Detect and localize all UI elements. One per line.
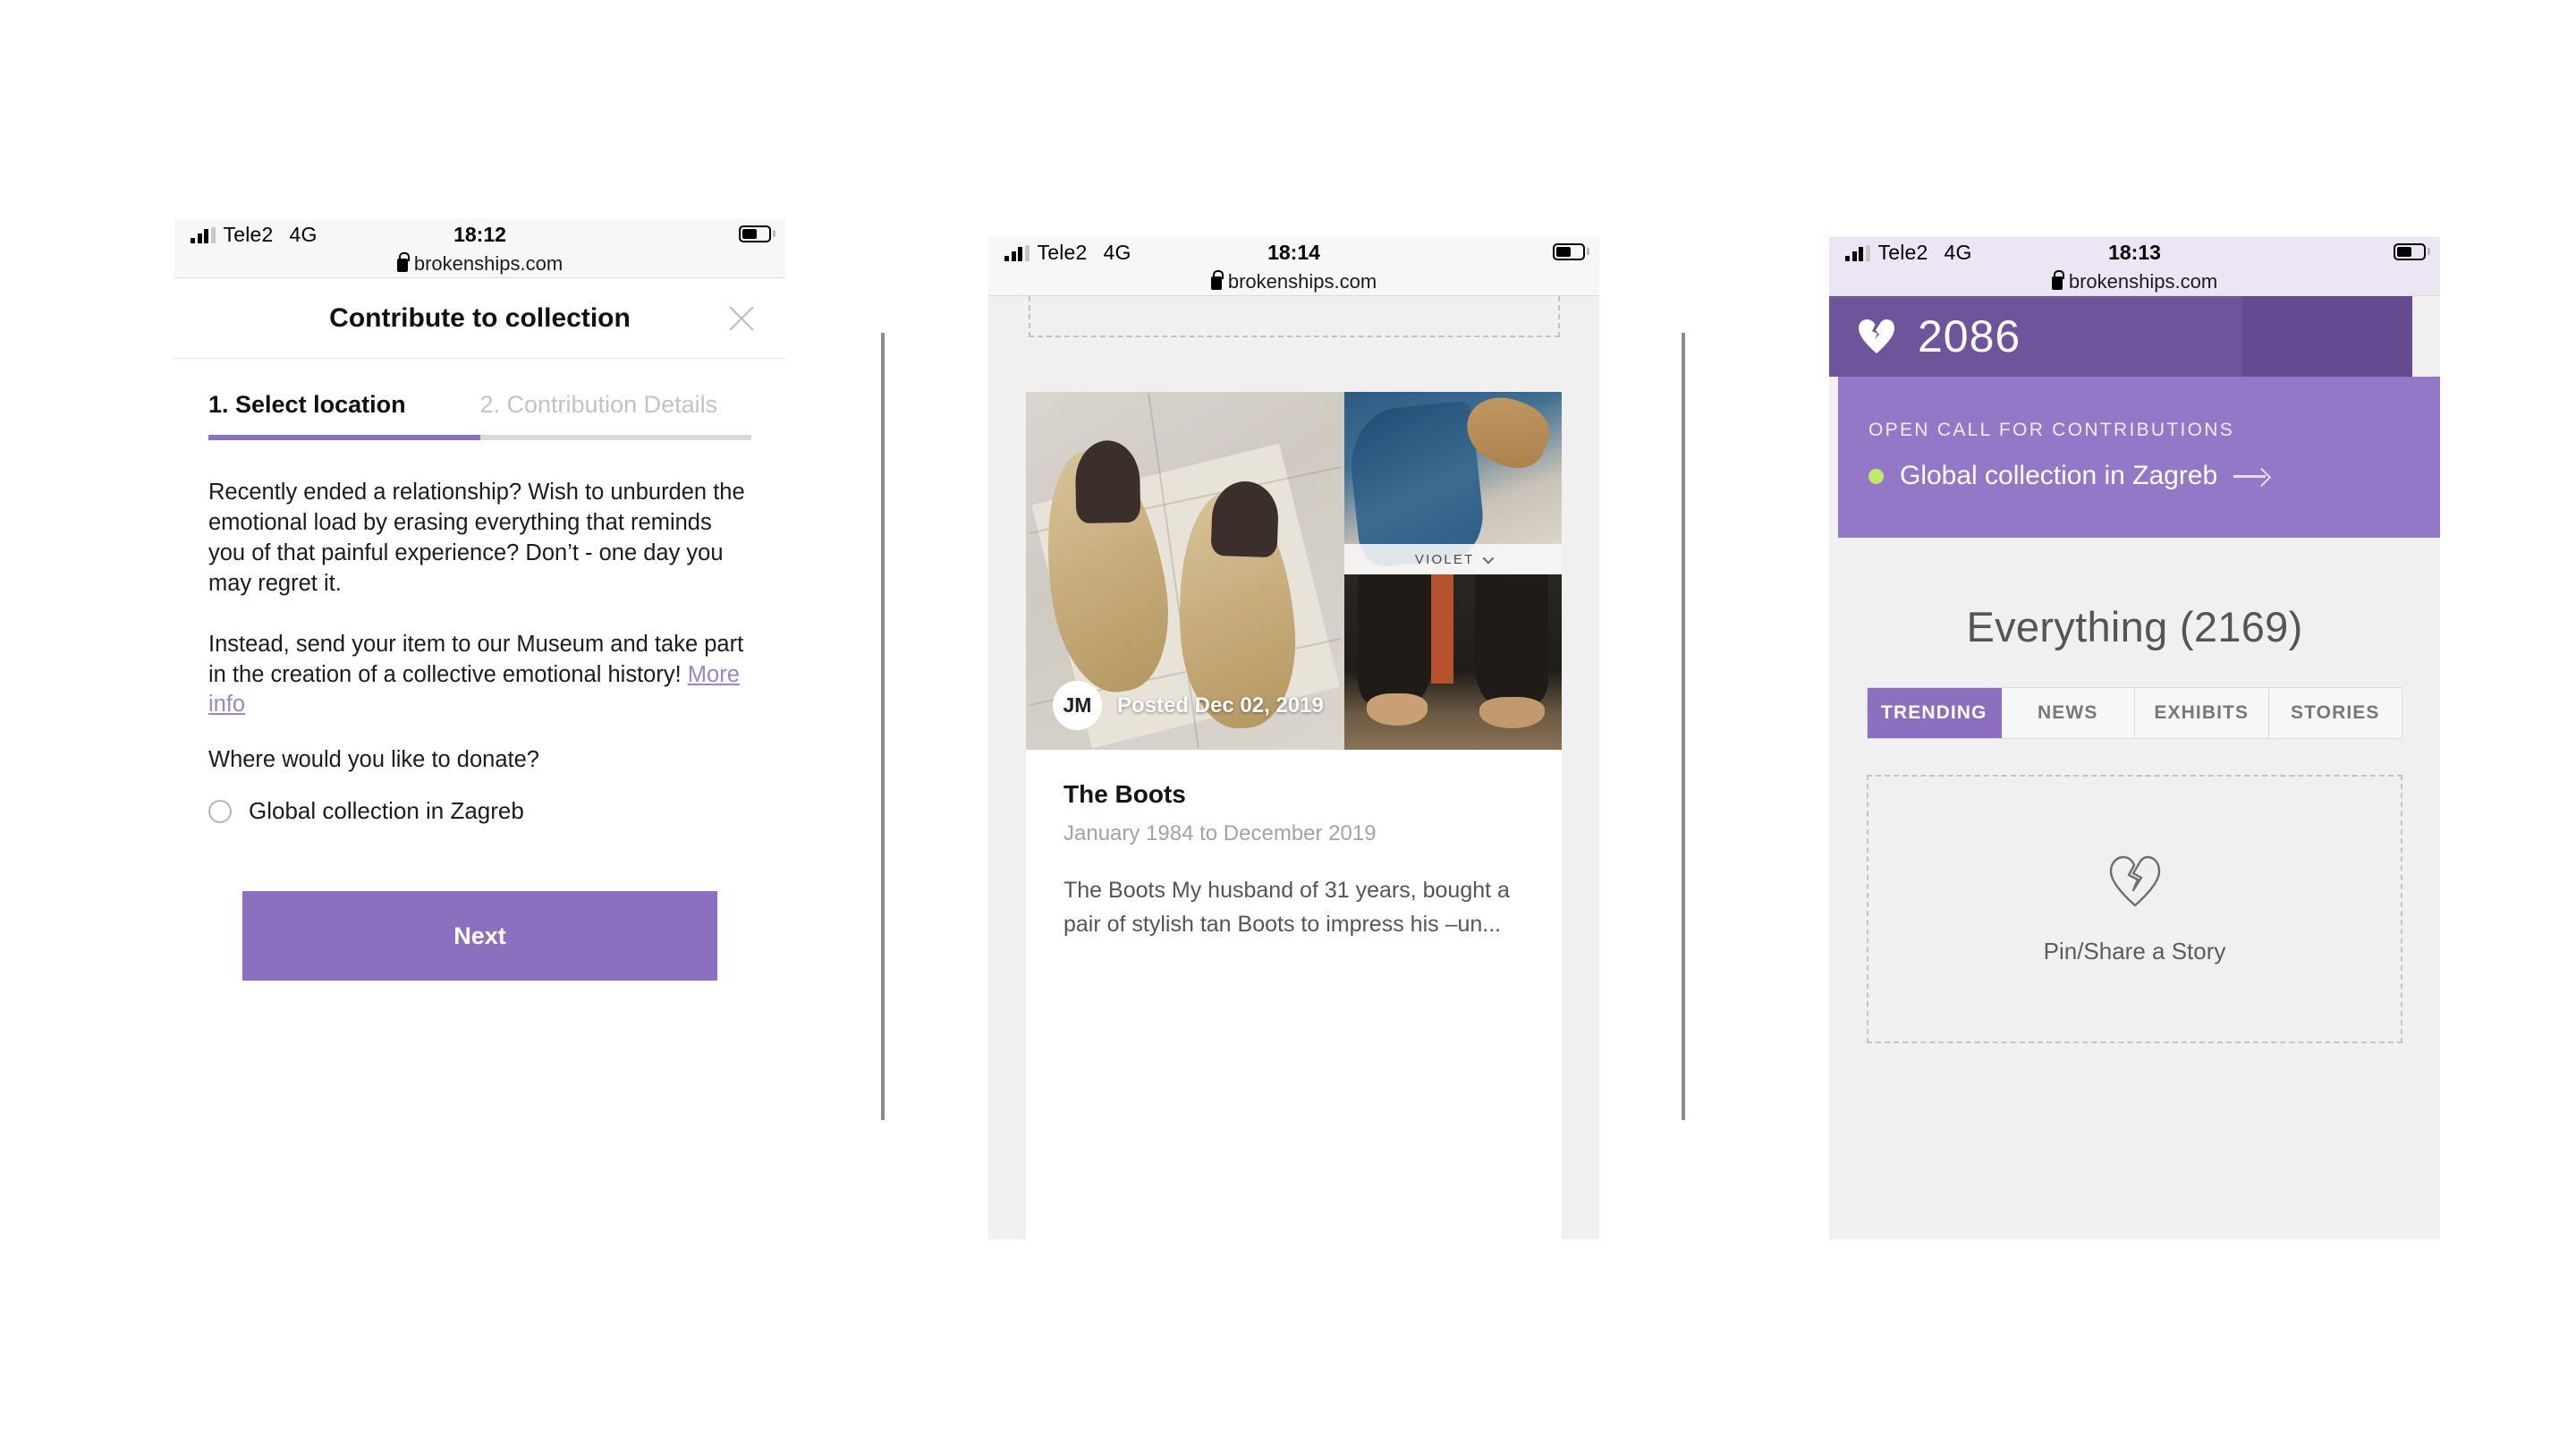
panel-divider-1: [881, 333, 885, 1120]
wizard-progress-fill: [208, 435, 480, 440]
url-label: brokenships.com: [2068, 269, 2218, 293]
filter-tabs[interactable]: TRENDING NEWS EXHIBITS STORIES: [1867, 687, 2402, 739]
address-bar[interactable]: brokenships.com: [174, 250, 785, 277]
wizard-step-2[interactable]: 2. Contribution Details: [480, 391, 752, 419]
clock-label: 18:12: [453, 223, 506, 246]
modal-header: Contribute to collection: [174, 278, 785, 359]
status-bar: Tele2 4G 18:12 brokenships.com: [174, 219, 785, 278]
radio-label-global-collection: Global collection in Zagreb: [249, 797, 524, 825]
pin-story-dropzone[interactable]: Pin/Share a Story: [1867, 775, 2402, 1043]
url-label: brokenships.com: [1227, 269, 1377, 293]
status-bar-top-row: Tele2 4G 18:14: [988, 237, 1599, 268]
posted-date-label: Posted Dec 02, 2019: [1117, 693, 1324, 718]
panel-divider-2: [1682, 333, 1685, 1120]
clock-label: 18:13: [2108, 241, 2161, 264]
wizard-steps: 1. Select location 2. Contribution Detai…: [174, 359, 785, 419]
intro-paragraph-2-text: Instead, send your item to our Museum an…: [208, 631, 744, 687]
pin-story-label: Pin/Share a Story: [2043, 937, 2226, 964]
pin-story-dropzone-partial[interactable]: [1029, 296, 1560, 337]
story-media-collage[interactable]: VIOLET JM Posted Dec 02, 2019: [1026, 392, 1562, 750]
status-bar-top-row: Tele2 4G 18:12: [174, 219, 785, 250]
phone-screen-contribute: Tele2 4G 18:12 brokenships.com Contribut…: [174, 219, 785, 1239]
story-photo-trousers: [1344, 574, 1562, 750]
brand-block[interactable]: 2086: [1858, 310, 2021, 362]
story-card[interactable]: VIOLET JM Posted Dec 02, 2019 The Boots …: [1026, 392, 1562, 1239]
wizard-step-1[interactable]: 1. Select location: [208, 391, 480, 419]
donate-question: Where would you like to donate?: [208, 747, 539, 773]
open-call-banner[interactable]: OPEN CALL FOR CONTRIBUTIONS Global colle…: [1838, 377, 2440, 538]
status-bar: Tele2 4G 18:14 brokenships.com: [988, 237, 1599, 296]
tab-trending[interactable]: TRENDING: [1868, 688, 2002, 738]
story-text-block: The Boots January 1984 to December 2019 …: [1026, 750, 1562, 941]
status-dot-icon: [1868, 468, 1884, 484]
story-excerpt: The Boots My husband of 31 years, bought…: [1063, 878, 1510, 937]
media-overlay-caption: VIOLET: [1344, 544, 1562, 574]
battery-icon: [1553, 243, 1585, 260]
arrow-right-icon[interactable]: [2233, 468, 2269, 484]
feed-scroll-area[interactable]: VIOLET JM Posted Dec 02, 2019 The Boots …: [988, 296, 1599, 1239]
lock-icon: [396, 251, 410, 272]
page-title: Contribute to collection: [329, 302, 631, 333]
location-option-row[interactable]: Global collection in Zagreb: [208, 797, 751, 825]
site-header: 2086: [1829, 296, 2412, 377]
intro-paragraph-2: Instead, send your item to our Museum an…: [208, 630, 751, 721]
tab-stories[interactable]: STORIES: [2269, 688, 2402, 738]
url-label: brokenships.com: [413, 251, 564, 275]
open-call-link-label: Global collection in Zagreb: [1900, 461, 2218, 490]
page-title: Everything (2169): [1966, 603, 2303, 650]
avatar: JM: [1053, 681, 1102, 730]
intro-paragraph-1: Recently ended a relationship? Wish to u…: [208, 480, 745, 596]
story-daterange: January 1984 to December 2019: [1063, 821, 1377, 845]
phone-screen-home: Tele2 4G 18:13 brokenships.com 2086 OPEN…: [1829, 237, 2440, 1239]
modal-body: Recently ended a relationship? Wish to u…: [174, 440, 785, 981]
battery-icon: [2394, 243, 2426, 260]
clock-label: 18:14: [1267, 241, 1320, 264]
wizard-progress-track: [208, 435, 751, 440]
open-call-kicker: OPEN CALL FOR CONTRIBUTIONS: [1868, 420, 2235, 440]
broken-heart-solid-icon: [1858, 319, 1895, 354]
phone-screen-story-feed: Tele2 4G 18:14 brokenships.com VIOLET JM…: [988, 237, 1599, 1239]
tab-news[interactable]: NEWS: [2002, 688, 2135, 738]
open-call-link-row[interactable]: Global collection in Zagreb: [1868, 461, 2440, 491]
media-overlay-caption-label: VIOLET: [1414, 551, 1475, 567]
battery-tip-icon: [1587, 248, 1589, 255]
header-shade: [2242, 296, 2412, 377]
radio-button-global-collection[interactable]: [208, 799, 232, 823]
story-media-right-column: VIOLET: [1344, 392, 1562, 750]
story-photo-jeans: VIOLET: [1344, 392, 1562, 574]
story-title[interactable]: The Boots: [1063, 780, 1524, 809]
address-bar[interactable]: brokenships.com: [988, 268, 1599, 295]
status-bar: Tele2 4G 18:13 brokenships.com: [1829, 237, 2440, 296]
close-icon[interactable]: [726, 303, 757, 334]
next-button[interactable]: Next: [242, 891, 717, 981]
battery-icon: [739, 225, 771, 242]
chevron-down-icon[interactable]: [1483, 552, 1495, 564]
lock-icon: [1210, 269, 1224, 290]
home-main: Everything (2169) TRENDING NEWS EXHIBITS…: [1829, 538, 2440, 1043]
address-bar[interactable]: brokenships.com: [1829, 268, 2440, 295]
story-byline: JM Posted Dec 02, 2019: [1053, 681, 1324, 730]
screenshot-canvas: Tele2 4G 18:12 brokenships.com Contribut…: [0, 0, 2576, 1436]
battery-tip-icon: [2428, 248, 2430, 255]
contribution-count: 2086: [1918, 311, 2021, 361]
battery-tip-icon: [773, 230, 775, 237]
tab-exhibits[interactable]: EXHIBITS: [2135, 688, 2269, 738]
lock-icon: [2051, 269, 2064, 290]
broken-heart-outline-icon: [2107, 854, 2163, 909]
status-bar-top-row: Tele2 4G 18:13: [1829, 237, 2440, 268]
